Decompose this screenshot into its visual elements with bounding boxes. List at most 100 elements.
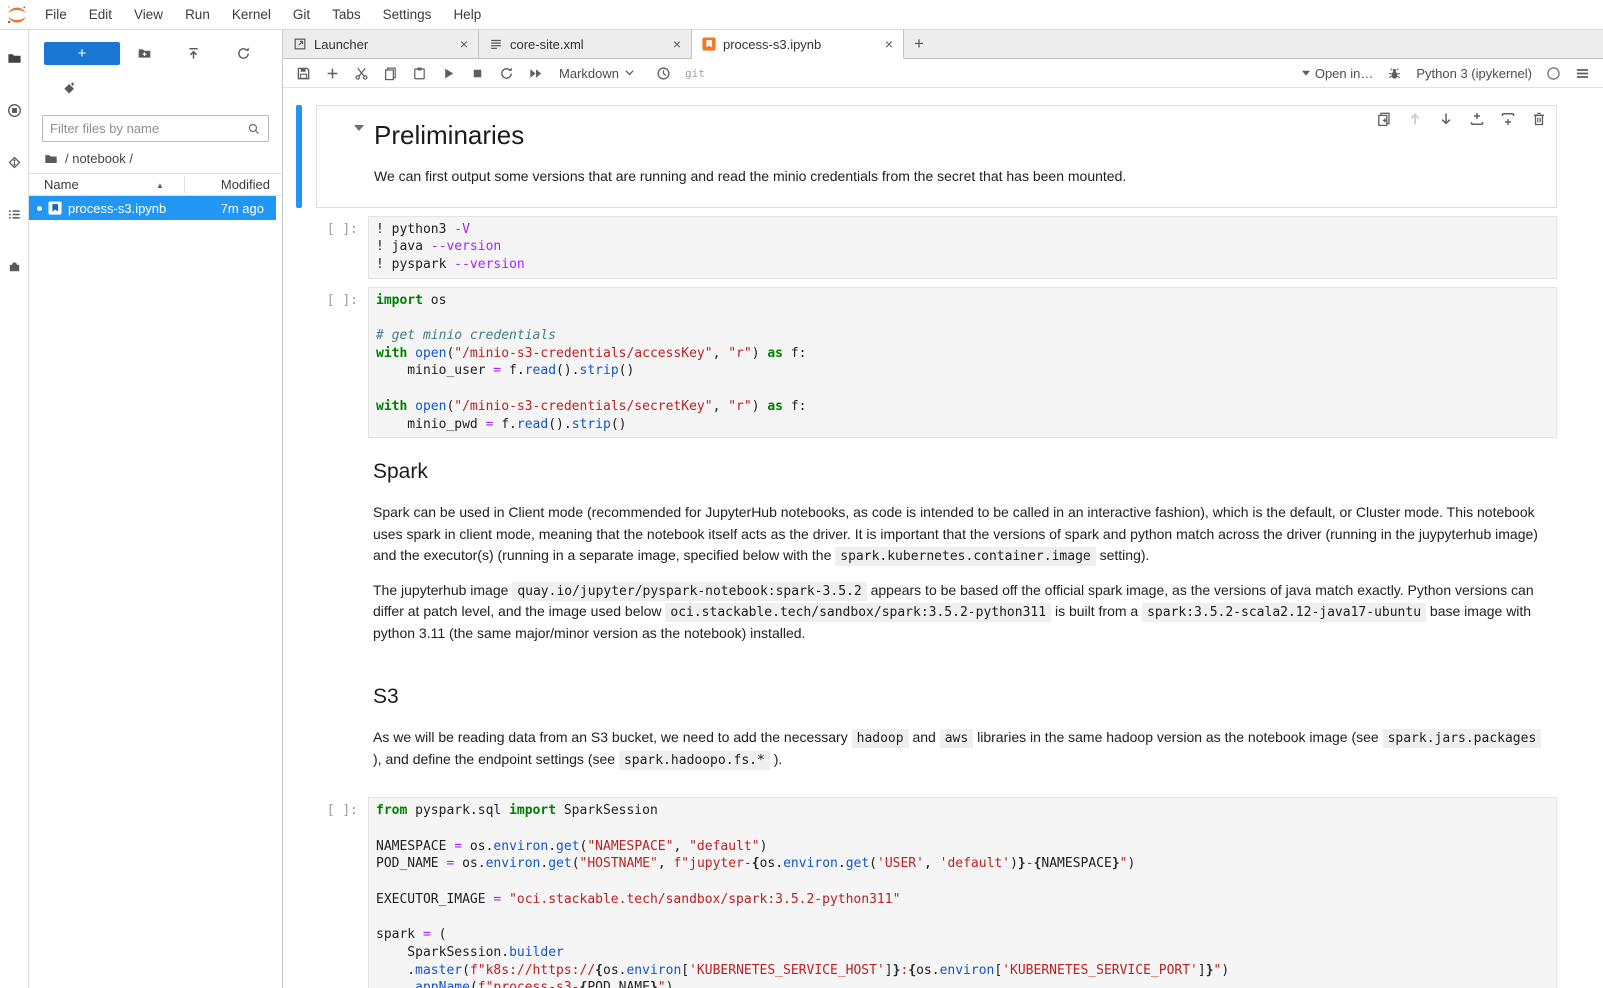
git-plus-icon[interactable] — [61, 81, 76, 96]
cell-toolbar — [1376, 111, 1547, 127]
tab-label: core-site.xml — [510, 37, 584, 52]
cell-body: [ ]:from pyspark.sql import SparkSession… — [316, 797, 1557, 988]
menu-view[interactable]: View — [123, 7, 174, 22]
code-cell[interactable]: [ ]:! python3 -V! java --version! pyspar… — [296, 216, 1557, 279]
notebook-scroll-area[interactable]: PreliminariesWe can first output some ve… — [283, 88, 1603, 988]
sidebar-tab-running-sessions[interactable] — [0, 90, 29, 130]
sidebar-tab-file-browser[interactable] — [0, 38, 29, 78]
tab-process-s3-ipynb[interactable]: process-s3.ipynb × — [692, 30, 904, 59]
new-folder-button[interactable] — [120, 46, 169, 61]
menu-file[interactable]: File — [34, 7, 78, 22]
duplicate-cell-button[interactable] — [1376, 111, 1392, 127]
menu-git[interactable]: Git — [282, 7, 321, 22]
cell-collapser[interactable] — [296, 446, 302, 663]
move-cell-down-button[interactable] — [1438, 111, 1454, 127]
git-status-label: git — [685, 67, 705, 80]
menu-settings[interactable]: Settings — [372, 7, 443, 22]
new-launcher-button[interactable]: + — [44, 42, 120, 65]
close-icon[interactable]: × — [877, 36, 893, 52]
recorded-time-icon[interactable] — [656, 66, 671, 81]
code-cell[interactable]: [ ]:from pyspark.sql import SparkSession… — [296, 797, 1557, 988]
close-icon[interactable]: × — [665, 36, 681, 52]
menu-edit[interactable]: Edit — [78, 7, 123, 22]
markdown-cell[interactable]: Spark Spark can be used in Client mode (r… — [296, 446, 1557, 663]
refresh-icon[interactable] — [219, 46, 268, 61]
cell-collapser[interactable] — [296, 797, 302, 988]
stop-icon[interactable] — [470, 66, 485, 81]
column-header-modified[interactable]: Modified — [184, 177, 282, 192]
bug-icon[interactable] — [1387, 66, 1402, 81]
cell-collapser[interactable] — [296, 216, 302, 279]
sort-asc-icon: ▲ — [156, 181, 164, 190]
paste-icon[interactable] — [412, 66, 427, 81]
restart-kernel-icon[interactable] — [499, 66, 514, 81]
code-line: minio_user = f.read().strip() — [376, 362, 1549, 380]
cell-content[interactable]: Spark Spark can be used in Client mode (r… — [373, 446, 1557, 663]
cell-content[interactable]: import os # get minio credentialswith op… — [368, 287, 1557, 439]
cell-body: PreliminariesWe can first output some ve… — [316, 105, 1557, 208]
close-icon[interactable]: × — [452, 36, 468, 52]
git-toolbar-row — [29, 75, 282, 101]
open-in-dropdown[interactable]: Open in… — [1302, 66, 1374, 81]
horizontal-bars-icon[interactable] — [1575, 66, 1590, 81]
cell-collapser[interactable] — [296, 105, 302, 208]
copy-icon[interactable] — [383, 66, 398, 81]
cell-content[interactable]: ! python3 -V! java --version! pyspark --… — [368, 216, 1557, 279]
menu-tabs[interactable]: Tabs — [321, 7, 372, 22]
cell-content[interactable]: from pyspark.sql import SparkSession NAM… — [368, 797, 1557, 988]
tab-core-site-xml[interactable]: core-site.xml × — [479, 30, 692, 58]
markdown-heading: Spark — [373, 460, 1545, 484]
cell-type-select[interactable]: Markdown — [557, 66, 636, 81]
tab-launcher[interactable]: Launcher × — [283, 30, 479, 58]
breadcrumb-path: / notebook / — [65, 151, 133, 166]
notebook-toolbar: Markdown git Open in… Python 3 (ipykerne… — [283, 59, 1603, 88]
cell-collapser[interactable] — [296, 671, 302, 789]
add-cell-icon[interactable] — [325, 66, 340, 81]
collapse-arrow-icon[interactable] — [354, 125, 364, 131]
markdown-paragraph: Spark can be used in Client mode (recomm… — [373, 502, 1545, 567]
launcher-icon — [293, 37, 307, 51]
cell-content[interactable]: S3As we will be reading data from an S3 … — [373, 671, 1557, 789]
inline-code: spark.kubernetes.container.image — [835, 547, 1095, 566]
cell-body: Spark Spark can be used in Client mode (r… — [316, 446, 1557, 663]
move-cell-up-button[interactable] — [1407, 111, 1423, 127]
insert-cell-above-button[interactable] — [1469, 111, 1485, 127]
markdown-cell[interactable]: S3As we will be reading data from an S3 … — [296, 671, 1557, 789]
insert-cell-below-button[interactable] — [1500, 111, 1516, 127]
kernel-idle-circle-icon[interactable] — [1546, 66, 1561, 81]
cut-icon[interactable] — [354, 66, 369, 81]
markdown-cell[interactable]: PreliminariesWe can first output some ve… — [296, 105, 1557, 208]
code-line — [376, 820, 1549, 838]
inline-code: spark.jars.packages — [1383, 729, 1542, 748]
inline-code: spark:3.5.2-scala2.12-java17-ubuntu — [1142, 603, 1426, 622]
chevron-down-icon — [625, 70, 634, 76]
cell-collapser[interactable] — [296, 287, 302, 439]
menu-kernel[interactable]: Kernel — [221, 7, 282, 22]
file-filter-input[interactable] — [50, 121, 247, 136]
code-line: EXECUTOR_IMAGE = "oci.stackable.tech/san… — [376, 891, 1549, 909]
markdown-paragraph: We can first output some versions that a… — [374, 166, 1544, 188]
code-line: ! pyspark --version — [376, 256, 1549, 274]
cell-body: [ ]:! python3 -V! java --version! pyspar… — [316, 216, 1557, 279]
kernel-name[interactable]: Python 3 (ipykernel) — [1416, 66, 1532, 81]
open-in-label: Open in… — [1315, 66, 1374, 81]
add-tab-button[interactable]: + — [904, 30, 934, 58]
save-icon[interactable] — [296, 66, 311, 81]
dock-tab-bar: Launcher × core-site.xml × process-s3.ip… — [283, 30, 1603, 59]
delete-cell-button[interactable] — [1531, 111, 1547, 127]
file-row-selected[interactable]: process-s3.ipynb 7m ago — [29, 196, 276, 220]
sidebar-tab-extension-manager[interactable] — [0, 246, 29, 286]
tab-label: process-s3.ipynb — [723, 37, 821, 52]
run-icon[interactable] — [441, 66, 456, 81]
menu-run[interactable]: Run — [174, 7, 221, 22]
code-line — [376, 380, 1549, 398]
sidebar-tab-table-of-contents[interactable] — [0, 194, 29, 234]
code-cell[interactable]: [ ]:import os # get minio credentialswit… — [296, 287, 1557, 439]
run-all-icon[interactable] — [528, 66, 543, 81]
markdown-paragraph: As we will be reading data from an S3 bu… — [373, 727, 1545, 770]
menu-help[interactable]: Help — [442, 7, 492, 22]
sidebar-tab-git[interactable] — [0, 142, 29, 182]
upload-icon[interactable] — [169, 46, 218, 61]
file-filter-box — [42, 115, 269, 142]
breadcrumb[interactable]: / notebook / — [29, 142, 282, 173]
